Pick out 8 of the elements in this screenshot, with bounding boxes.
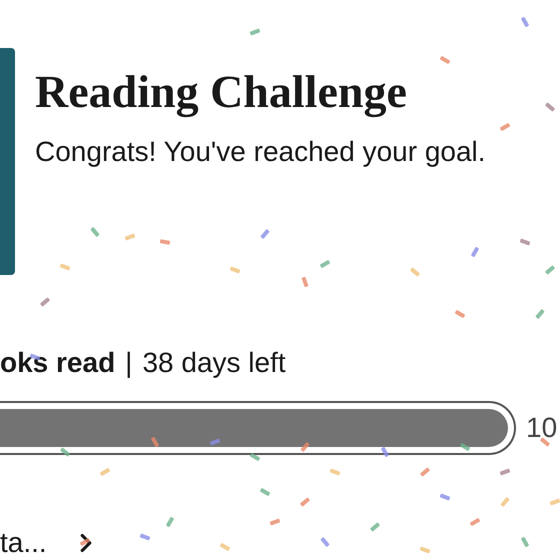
details-link[interactable]: ta... bbox=[0, 525, 101, 560]
days-left-label: 38 days left bbox=[142, 346, 286, 380]
books-read-label: oks read bbox=[0, 346, 116, 380]
challenge-title: Reading Challenge bbox=[35, 65, 408, 120]
congrats-message: Congrats! You've reached your goal. bbox=[35, 135, 487, 169]
separator: | bbox=[125, 346, 132, 380]
progress-count: 10 bbox=[526, 411, 558, 445]
book-cover[interactable] bbox=[0, 48, 15, 275]
